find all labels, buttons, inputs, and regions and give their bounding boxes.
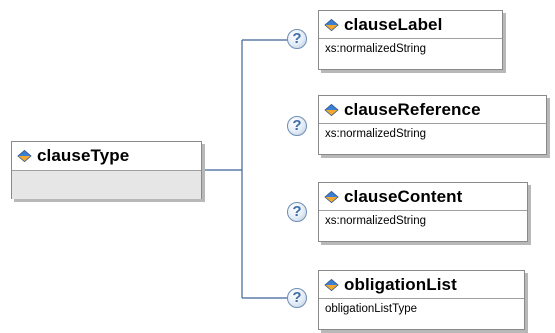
node-type: xs:normalizedString xyxy=(325,215,426,227)
node-clausecontent[interactable]: clauseContent xs:normalizedString xyxy=(318,182,528,242)
node-clauselabel[interactable]: clauseLabel xs:normalizedString xyxy=(318,10,503,70)
node-header: clauseLabel xyxy=(319,11,502,39)
node-clausereference[interactable]: clauseReference xs:normalizedString xyxy=(318,95,547,155)
diamond-icon xyxy=(324,103,339,116)
node-obligationlist[interactable]: obligationList obligationListType xyxy=(318,270,525,330)
node-header: obligationList xyxy=(319,271,524,299)
help-icon[interactable]: ? xyxy=(287,202,307,222)
diamond-icon xyxy=(324,18,339,31)
node-name: clauseReference xyxy=(344,99,481,119)
diamond-icon xyxy=(324,278,339,291)
node-name: clauseLabel xyxy=(344,14,443,34)
node-header: clauseContent xyxy=(319,183,527,211)
diamond-icon xyxy=(17,149,32,163)
node-header: clauseReference xyxy=(319,96,546,124)
node-type: obligationListType xyxy=(325,303,418,315)
node-name: obligationList xyxy=(344,274,457,294)
node-type: xs:normalizedString xyxy=(325,128,426,140)
help-icon[interactable]: ? xyxy=(287,288,307,308)
diamond-icon xyxy=(324,190,339,203)
node-header: clauseType xyxy=(12,142,201,171)
help-icon[interactable]: ? xyxy=(287,116,307,136)
node-clausetype[interactable]: clauseType xyxy=(11,141,202,199)
schema-diagram: clauseType ? clauseLabel xs:normalizedSt… xyxy=(0,0,555,333)
node-name: clauseType xyxy=(37,146,130,165)
help-icon[interactable]: ? xyxy=(287,29,307,49)
node-type: xs:normalizedString xyxy=(325,43,426,55)
node-name: clauseContent xyxy=(344,186,463,206)
node-body xyxy=(12,171,201,199)
